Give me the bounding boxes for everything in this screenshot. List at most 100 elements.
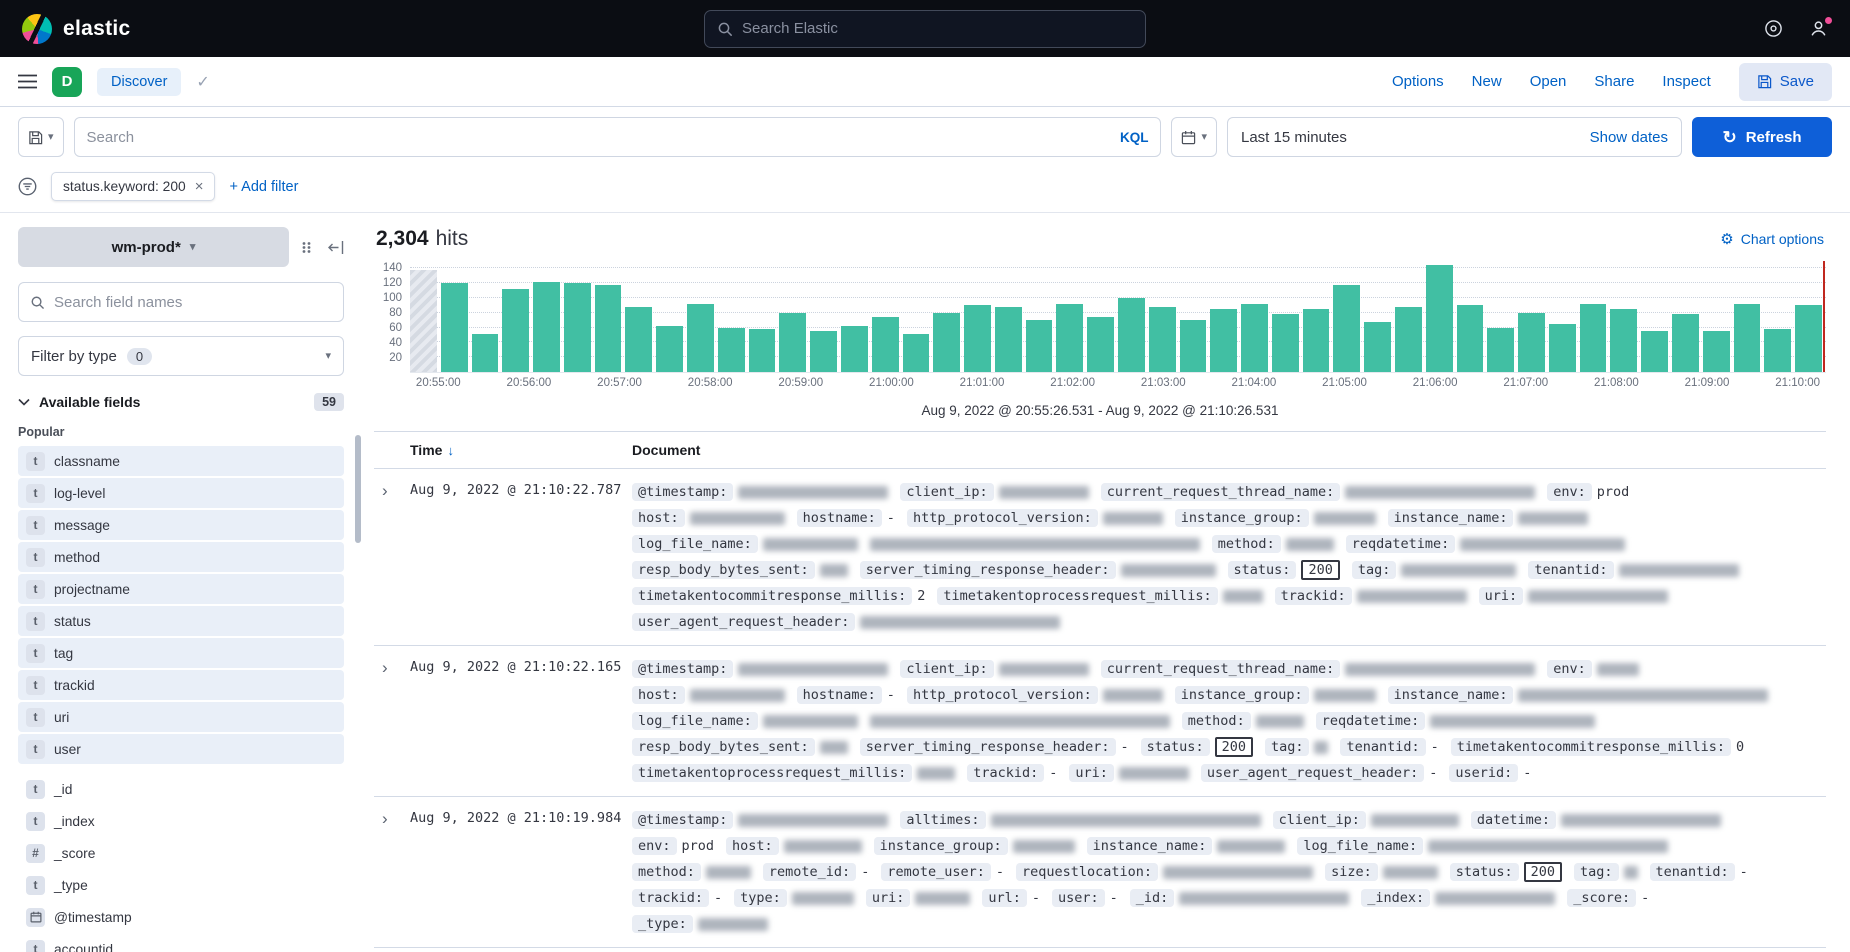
data-view-picker[interactable]: wm-prod* ▾ — [18, 227, 289, 267]
histogram-bar[interactable] — [1364, 322, 1391, 372]
histogram-bar[interactable] — [1180, 320, 1207, 372]
field-item-uri[interactable]: turi — [18, 702, 344, 732]
histogram-bar[interactable] — [1241, 304, 1268, 372]
histogram-bar[interactable] — [502, 289, 529, 372]
time-range-control[interactable]: Last 15 minutes Show dates — [1227, 117, 1682, 157]
field-item-user[interactable]: tuser — [18, 734, 344, 764]
expand-row-icon[interactable]: › — [374, 481, 396, 500]
histogram-bar[interactable] — [1056, 304, 1083, 372]
expand-row-icon[interactable]: › — [374, 658, 396, 677]
histogram-bar[interactable] — [595, 285, 622, 372]
histogram-bar[interactable] — [1118, 298, 1145, 372]
open-link[interactable]: Open — [1530, 73, 1567, 90]
histogram-bar[interactable] — [1610, 309, 1637, 372]
saved-query-button[interactable]: ▾ — [18, 117, 64, 157]
field-search[interactable] — [18, 282, 344, 322]
field-item-log-level[interactable]: tlog-level — [18, 478, 344, 508]
histogram-bar[interactable] — [1703, 331, 1730, 372]
field-item-classname[interactable]: tclassname — [18, 446, 344, 476]
field-item-accountid[interactable]: taccountid — [18, 934, 344, 952]
menu-icon[interactable] — [18, 74, 37, 89]
histogram-bar[interactable] — [1734, 304, 1761, 372]
histogram-bar[interactable] — [1426, 265, 1453, 372]
sidebar-scrollbar[interactable] — [355, 435, 361, 543]
filter-chip[interactable]: status.keyword: 200 × — [51, 172, 215, 201]
field-item-@timestamp[interactable]: @timestamp — [18, 902, 344, 932]
add-filter-link[interactable]: + Add filter — [229, 179, 298, 195]
histogram-bar[interactable] — [749, 329, 776, 372]
histogram-bar[interactable] — [841, 326, 868, 372]
grid-dots-icon[interactable] — [301, 241, 316, 254]
new-link[interactable]: New — [1472, 73, 1502, 90]
field-item-status[interactable]: tstatus — [18, 606, 344, 636]
histogram-bar[interactable] — [564, 283, 591, 372]
histogram-bar-partial[interactable] — [410, 270, 437, 372]
histogram-bar[interactable] — [1303, 309, 1330, 372]
histogram-bar[interactable] — [1149, 307, 1176, 372]
space-badge[interactable]: D — [52, 67, 82, 97]
histogram-bar[interactable] — [1641, 331, 1668, 372]
global-search-input[interactable] — [742, 20, 1133, 37]
histogram-bar[interactable] — [1580, 304, 1607, 372]
histogram-bar[interactable] — [1395, 307, 1422, 372]
histogram-bar[interactable] — [1795, 305, 1822, 372]
histogram-bar[interactable] — [1210, 309, 1237, 372]
field-item-_type[interactable]: t_type — [18, 870, 344, 900]
field-item-message[interactable]: tmessage — [18, 510, 344, 540]
field-item-tag[interactable]: ttag — [18, 638, 344, 668]
refresh-button[interactable]: ↻ Refresh — [1692, 117, 1832, 157]
save-button[interactable]: Save — [1739, 63, 1832, 101]
date-picker-button[interactable]: ▾ — [1171, 117, 1217, 157]
global-search[interactable] — [704, 10, 1146, 48]
histogram-bar[interactable] — [872, 317, 899, 373]
histogram-bar[interactable] — [810, 331, 837, 372]
histogram-bar[interactable] — [1672, 314, 1699, 372]
breadcrumb[interactable]: Discover — [97, 68, 181, 96]
histogram-bar[interactable] — [718, 328, 745, 372]
field-item-_index[interactable]: t_index — [18, 806, 344, 836]
share-link[interactable]: Share — [1594, 73, 1634, 90]
histogram-bar[interactable] — [964, 305, 991, 372]
elastic-brand[interactable]: elastic — [22, 14, 130, 44]
available-fields-accordion[interactable]: Available fields 59 — [18, 393, 344, 411]
kql-badge[interactable]: KQL — [1120, 130, 1149, 145]
field-item-method[interactable]: tmethod — [18, 542, 344, 572]
field-search-input[interactable] — [54, 294, 332, 311]
histogram-bar[interactable] — [1272, 314, 1299, 372]
query-input-box[interactable]: KQL — [74, 117, 1162, 157]
histogram-bar[interactable] — [903, 334, 930, 372]
chart-options-button[interactable]: ⚙ Chart options — [1720, 231, 1824, 247]
histogram-bar[interactable] — [1518, 313, 1545, 372]
histogram-bar[interactable] — [1764, 329, 1791, 372]
histogram-bar[interactable] — [779, 313, 806, 372]
time-column-header[interactable]: Time↓ — [410, 432, 632, 469]
histogram-bar[interactable] — [995, 307, 1022, 372]
filter-remove-icon[interactable]: × — [195, 179, 204, 194]
histogram-bar[interactable] — [472, 334, 499, 372]
options-link[interactable]: Options — [1392, 73, 1444, 90]
time-range-value[interactable]: Last 15 minutes — [1241, 129, 1347, 146]
histogram-bar[interactable] — [1333, 285, 1360, 372]
deployment-icon[interactable] — [1764, 19, 1783, 38]
user-menu-icon[interactable] — [1809, 19, 1828, 38]
histogram-bar[interactable] — [656, 326, 683, 372]
field-item-_score[interactable]: #_score — [18, 838, 344, 868]
histogram-bar[interactable] — [687, 304, 714, 372]
histogram-bar[interactable] — [1026, 320, 1053, 372]
histogram-bar[interactable] — [1487, 328, 1514, 372]
histogram-bar[interactable] — [1549, 324, 1576, 372]
histogram-bar[interactable] — [1457, 305, 1484, 372]
histogram-bar[interactable] — [625, 307, 652, 372]
inspect-link[interactable]: Inspect — [1662, 73, 1710, 90]
query-input[interactable] — [87, 129, 1111, 146]
filter-icon[interactable] — [18, 177, 37, 196]
histogram-bar[interactable] — [933, 313, 960, 372]
filter-by-type-select[interactable]: Filter by type 0 ▾ — [18, 336, 344, 376]
histogram-bar[interactable] — [533, 282, 560, 372]
histogram-bar[interactable] — [1087, 317, 1114, 373]
collapse-sidebar-icon[interactable] — [328, 240, 344, 255]
expand-row-icon[interactable]: › — [374, 809, 396, 828]
field-item-_id[interactable]: t_id — [18, 774, 344, 804]
field-item-projectname[interactable]: tprojectname — [18, 574, 344, 604]
field-item-trackid[interactable]: ttrackid — [18, 670, 344, 700]
